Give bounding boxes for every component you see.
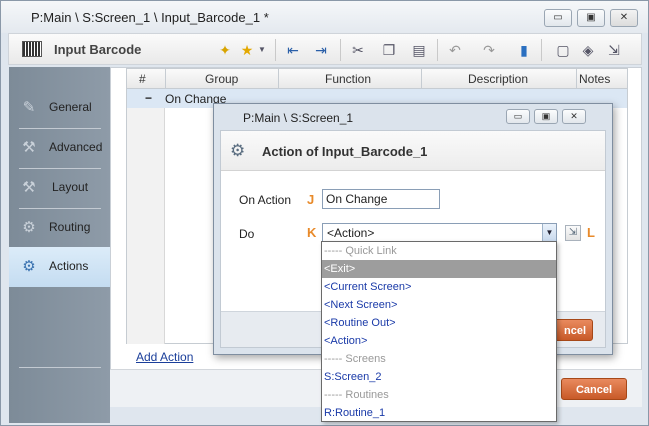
dropdown-option-routine-out[interactable]: <Routine Out>	[322, 314, 556, 332]
toolbar-title: Input Barcode	[54, 42, 142, 57]
indent-icon[interactable]: ⇥	[311, 40, 331, 60]
on-action-label: On Action	[239, 193, 292, 207]
dropdown-option-exit[interactable]: <Exit>	[322, 260, 556, 278]
sidebar-item-layout[interactable]: ⚒ Layout	[9, 168, 110, 208]
dropdown-group-quick-link: ----- Quick Link	[324, 245, 397, 257]
col-separator	[278, 69, 279, 89]
dropdown-group-routines: ----- Routines	[324, 389, 389, 401]
toolbar-separator	[275, 39, 276, 61]
dialog-heading: Action of Input_Barcode_1	[262, 144, 428, 159]
toolbar-separator	[541, 39, 542, 61]
close-button[interactable]: ✕	[610, 9, 638, 27]
dropdown-option-screen-2[interactable]: S:Screen_2	[322, 368, 556, 386]
sidebar: ✎ General ⚒ Advanced ⚒ Layout ⚙ Routing …	[9, 67, 110, 423]
do-select[interactable]: <Action> ▼	[322, 223, 557, 243]
do-dropdown-list: ----- Quick Link <Exit> <Current Screen>…	[321, 241, 557, 422]
lightbulb-icon[interactable]: ✦	[215, 40, 235, 60]
tag-icon[interactable]: ◈	[578, 40, 598, 60]
actions-icon: ⚙	[22, 258, 36, 275]
marker-j: J	[307, 192, 315, 207]
sidebar-item-label: Routing	[49, 220, 91, 234]
redo-icon[interactable]: ↷	[479, 40, 499, 60]
toolbar-separator	[340, 39, 341, 61]
undo-icon[interactable]: ↶	[445, 40, 465, 60]
col-header-group[interactable]: Group	[205, 72, 238, 86]
general-icon: ✎	[22, 99, 36, 116]
dropdown-option-current-screen[interactable]: <Current Screen>	[322, 278, 556, 296]
sidebar-item-general[interactable]: ✎ General	[9, 88, 110, 128]
do-label: Do	[239, 227, 255, 241]
add-action-link[interactable]: Add Action	[136, 350, 193, 364]
copy-icon[interactable]: ❐	[379, 40, 399, 60]
sidebar-item-label: General	[49, 100, 92, 114]
comment-icon[interactable]: ▮	[514, 40, 534, 60]
col-separator	[576, 69, 577, 89]
export-icon[interactable]: ⇲	[604, 40, 624, 60]
collapse-icon[interactable]: −	[145, 91, 152, 105]
chevron-down-icon[interactable]: ▼	[257, 40, 267, 60]
grid-header: # Group Function Description Notes	[127, 69, 627, 89]
cut-icon[interactable]: ✂	[348, 40, 368, 60]
advanced-icon: ⚒	[22, 139, 36, 156]
cancel-button[interactable]: Cancel	[561, 378, 627, 400]
sidebar-item-advanced[interactable]: ⚒ Advanced	[9, 128, 110, 168]
row-number-column	[127, 108, 165, 344]
gear-icon: ⚙	[230, 141, 246, 160]
sidebar-divider	[19, 367, 101, 368]
edit-action-button[interactable]: ⇲	[565, 225, 581, 241]
on-action-field[interactable]: On Change	[322, 189, 440, 209]
col-header-number[interactable]: #	[139, 72, 146, 86]
sidebar-item-label: Advanced	[49, 140, 103, 154]
dropdown-option-next-screen[interactable]: <Next Screen>	[322, 296, 556, 314]
chat-icon[interactable]: ▢	[553, 40, 573, 60]
barcode-icon	[22, 41, 42, 57]
sidebar-item-routing[interactable]: ⚙ Routing	[9, 208, 110, 248]
paste-icon[interactable]: ▤	[409, 40, 429, 60]
do-select-value: <Action>	[327, 226, 375, 240]
maximize-button[interactable]: ▣	[577, 9, 605, 27]
layout-icon: ⚒	[22, 179, 36, 196]
minimize-button[interactable]: ▭	[544, 9, 572, 27]
dropdown-option-action[interactable]: <Action>	[322, 332, 556, 350]
chevron-down-icon[interactable]: ▼	[542, 224, 556, 242]
marker-k: K	[307, 225, 317, 240]
window-title: P:Main \ S:Screen_1 \ Input_Barcode_1 *	[31, 10, 269, 25]
marker-l: L	[587, 225, 595, 240]
col-separator	[421, 69, 422, 89]
dialog-header: ⚙ Action of Input_Barcode_1	[221, 131, 605, 171]
dialog-minimize-button[interactable]: ▭	[506, 109, 530, 124]
col-header-description[interactable]: Description	[468, 72, 528, 86]
dropdown-group-screens: ----- Screens	[324, 353, 386, 365]
sidebar-item-actions[interactable]: ⚙ Actions	[9, 247, 110, 287]
dropdown-option-routine-1[interactable]: R:Routine_1	[322, 404, 556, 421]
sidebar-item-label: Layout	[52, 180, 89, 194]
col-header-function[interactable]: Function	[325, 72, 371, 86]
toolbar: Input Barcode ✦ ★ ▼ ⇤ ⇥ ✂ ❐ ▤ ↶ ↷ ▮ ▢ ◈ …	[8, 33, 642, 65]
routing-icon: ⚙	[22, 219, 36, 236]
dialog-close-button[interactable]: ✕	[562, 109, 586, 124]
col-header-notes[interactable]: Notes	[579, 72, 610, 86]
outdent-icon[interactable]: ⇤	[283, 40, 303, 60]
dialog-maximize-button[interactable]: ▣	[534, 109, 558, 124]
toolbar-separator	[437, 39, 438, 61]
title-bar: P:Main \ S:Screen_1 \ Input_Barcode_1 * …	[1, 1, 648, 33]
dialog-title: P:Main \ S:Screen_1	[243, 111, 354, 125]
col-separator	[165, 69, 166, 89]
star-icon[interactable]: ★	[237, 40, 257, 60]
sidebar-item-label: Actions	[49, 259, 89, 273]
